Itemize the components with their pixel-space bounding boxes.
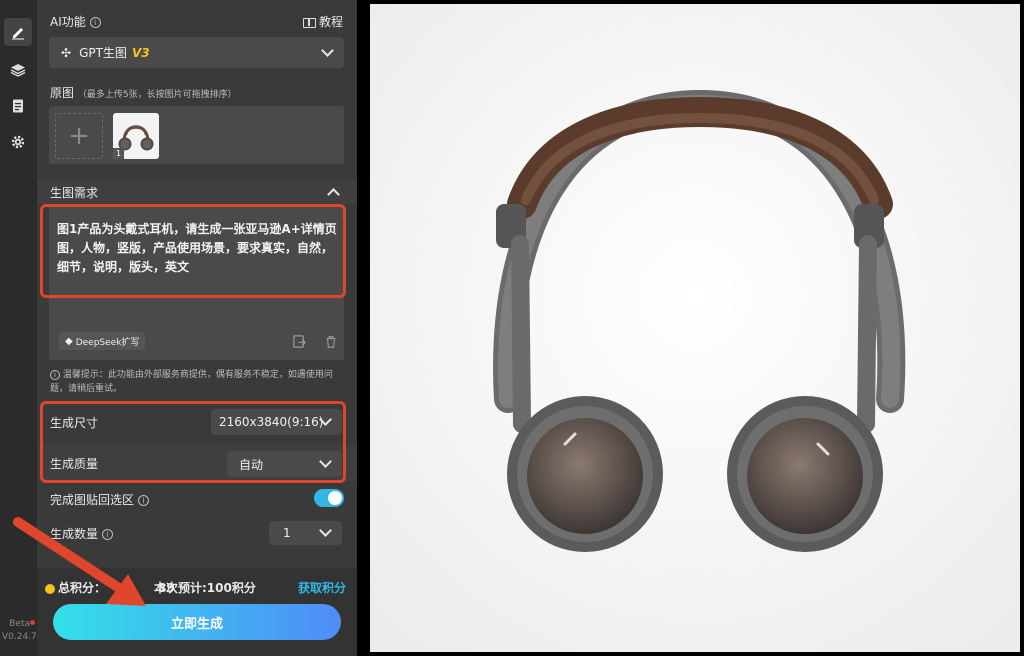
gear-icon <box>11 135 25 149</box>
book-icon <box>303 17 316 28</box>
requirement-label: 生图需求 <box>50 186 99 200</box>
get-points-link[interactable]: 获取积分 <box>298 579 346 596</box>
ai-function-label: AI功能 i <box>50 13 101 30</box>
whale-icon: ◆ <box>65 335 73 347</box>
headphones-image <box>370 4 1020 652</box>
version-info: Beta V0.24.7 <box>2 618 37 644</box>
size-quality-highlight-box <box>40 401 346 483</box>
add-image-button[interactable]: + <box>55 113 103 159</box>
prompt-highlight-box <box>40 204 346 298</box>
update-dot <box>30 620 35 625</box>
settings-tool-button[interactable] <box>4 128 32 156</box>
chevron-down-icon <box>319 524 332 537</box>
original-thumbnail[interactable]: 1 <box>113 113 159 159</box>
deepseek-expand-button[interactable]: ◆ DeepSeek扩写 <box>59 332 146 350</box>
tool-rail: Beta V0.24.7 <box>0 0 37 656</box>
count-text: 生成数量 <box>50 527 99 541</box>
paste-back-toggle[interactable] <box>314 489 344 507</box>
total-points-label: 总积分： <box>58 581 107 595</box>
document-tool-button[interactable] <box>4 92 32 120</box>
document-icon <box>13 99 23 113</box>
tutorial-link[interactable]: 教程 <box>303 13 343 30</box>
count-label: 生成数量 i <box>50 525 113 542</box>
generate-now-button[interactable]: 立即生成 <box>53 604 341 640</box>
requirement-header[interactable]: 生图需求 <box>37 180 357 204</box>
ai-function-text: AI功能 <box>50 15 86 29</box>
original-hint: （最多上传5张，长按图片可拖拽排序） <box>77 90 237 100</box>
info-icon[interactable]: i <box>89 17 101 28</box>
image-upload-area: + 1 <box>49 106 344 164</box>
layers-icon <box>10 64 26 77</box>
info-icon[interactable]: i <box>137 495 149 506</box>
notice-text: 温馨提示：此功能由外部服务商提供，偶有服务不稳定，如遇使用问题，请稍后重试。 <box>50 370 333 394</box>
generate-footer: 总积分： 89 本次预计:100积分 获取积分 立即生成 <box>37 568 357 656</box>
count-select[interactable]: 1 <box>269 521 342 545</box>
thumbnail-index: 1 <box>113 148 125 159</box>
original-image-label: 原图 （最多上传5张，长按图片可拖拽排序） <box>50 84 237 101</box>
settings-panel: AI功能 i 教程 ✣ GPT生图 V3 原图 （最多上传5张，长按图片可拖拽排… <box>37 0 357 656</box>
deepseek-expand-label: DeepSeek扩写 <box>75 337 140 348</box>
info-icon[interactable]: i <box>101 529 113 540</box>
image-preview <box>370 4 1020 652</box>
edit-tool-button[interactable] <box>4 18 32 46</box>
coin-icon <box>45 583 55 594</box>
model-select[interactable]: ✣ GPT生图 V3 <box>49 37 344 68</box>
paste-back-label: 完成图贴回选区 i <box>50 491 149 508</box>
history-icon[interactable] <box>292 334 307 349</box>
tutorial-text: 教程 <box>319 15 344 29</box>
original-label-text: 原图 <box>50 86 75 100</box>
paste-back-text: 完成图贴回选区 <box>50 493 135 507</box>
layers-tool-button[interactable] <box>4 56 32 84</box>
model-icon: ✣ <box>61 45 72 60</box>
toggle-knob <box>328 491 342 505</box>
chevron-up-icon <box>327 188 340 201</box>
trash-icon[interactable] <box>324 335 338 349</box>
model-version: V3 <box>131 45 150 60</box>
estimated-cost: 本次预计:100积分 <box>154 581 256 595</box>
count-value: 1 <box>283 526 291 540</box>
model-name: GPT生图 <box>79 46 127 60</box>
pencil-icon <box>12 28 24 40</box>
service-notice: i 温馨提示：此功能由外部服务商提供，偶有服务不稳定，如遇使用问题，请稍后重试。 <box>50 368 346 396</box>
chevron-down-icon <box>321 44 334 57</box>
version-number: V0.24.7 <box>2 632 37 642</box>
notice-info-icon: i <box>50 369 60 380</box>
